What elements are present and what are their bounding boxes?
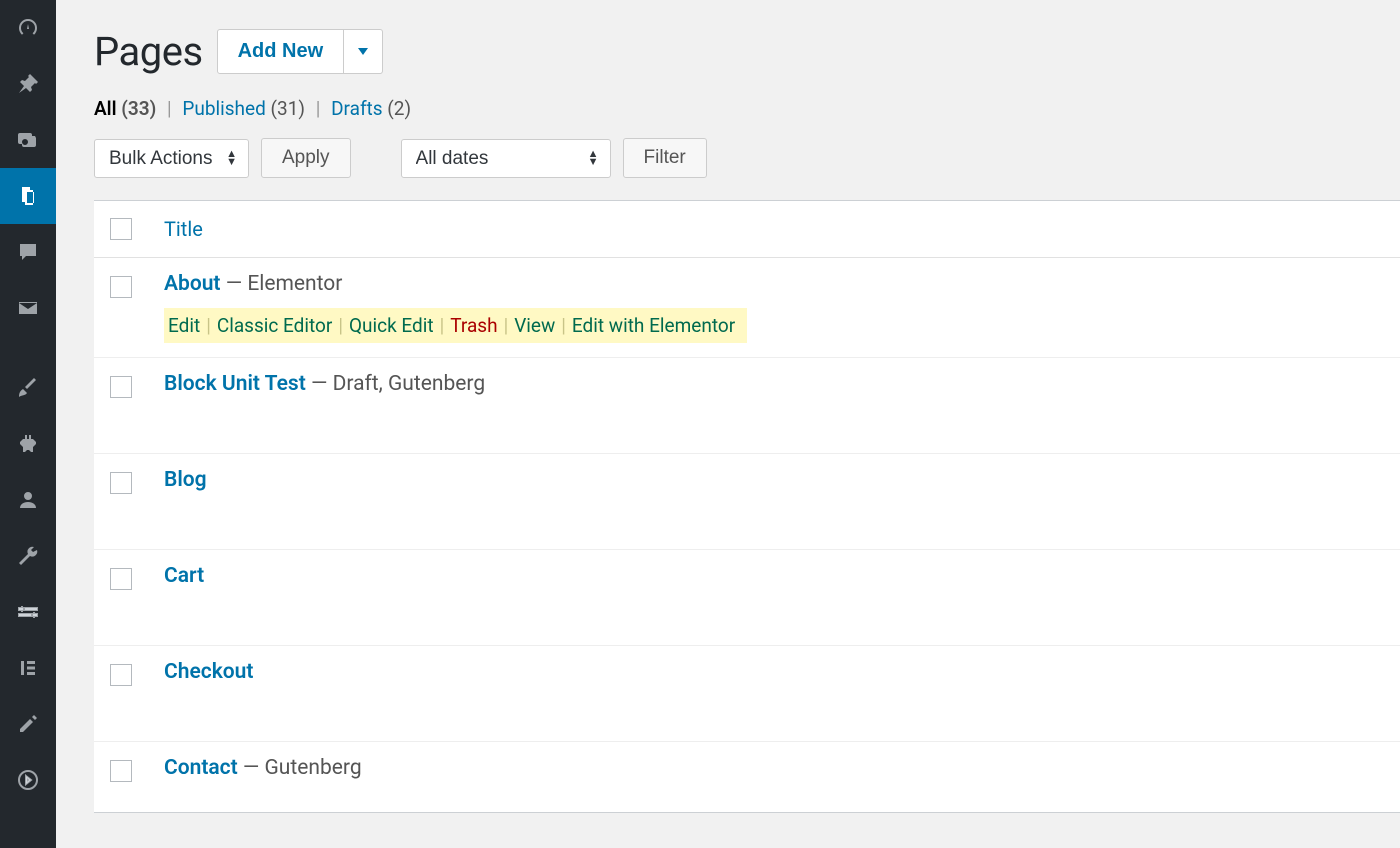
row-checkbox[interactable] (110, 376, 132, 398)
table-header: Title (94, 201, 1400, 258)
mail-icon (16, 296, 40, 320)
sidebar-item-mail[interactable] (0, 280, 56, 336)
sidebar-item-users[interactable] (0, 472, 56, 528)
chevron-down-icon (358, 48, 368, 55)
add-new-group: Add New (217, 29, 384, 74)
collapse-icon (16, 768, 40, 792)
admin-sidebar (0, 0, 56, 848)
pages-table: Title About — Elementor Edit|Classic Edi… (94, 200, 1400, 813)
page-title-link[interactable]: Cart (164, 564, 204, 588)
sidebar-item-edit[interactable] (0, 696, 56, 752)
filter-drafts[interactable]: Drafts (2) (331, 97, 411, 120)
page-title-link[interactable]: Checkout (164, 660, 253, 684)
page-header: Pages Add New (94, 28, 1400, 75)
page-title-link[interactable]: Contact (164, 756, 238, 780)
page-meta: — Gutenberg (238, 756, 362, 780)
status-filters: All (33) | Published (31) | Drafts (2) (94, 97, 1400, 120)
controls-row: Bulk Actions ▲▼ Apply All dates ▲▼ Filte… (94, 138, 1400, 178)
page-meta: — Elementor (221, 272, 343, 296)
elementor-icon (16, 656, 40, 680)
action-trash[interactable]: Trash (450, 314, 497, 337)
users-icon (16, 488, 40, 512)
row-title: Contact — Gutenberg (164, 756, 362, 780)
page-title-link[interactable]: Block Unit Test (164, 372, 306, 396)
pin-icon (16, 72, 40, 96)
sidebar-item-appearance[interactable] (0, 360, 56, 416)
table-row: Cart (94, 550, 1400, 646)
row-checkbox[interactable] (110, 760, 132, 782)
page-title-link[interactable]: About (164, 272, 221, 296)
sidebar-item-collapse[interactable] (0, 752, 56, 808)
row-title: Blog (164, 468, 207, 492)
table-row: Checkout (94, 646, 1400, 742)
sidebar-item-tools[interactable] (0, 528, 56, 584)
row-checkbox[interactable] (110, 276, 132, 298)
sidebar-item-pages[interactable] (0, 168, 56, 224)
page-meta: — Draft, Gutenberg (306, 372, 485, 396)
table-row: Contact — Gutenberg (94, 742, 1400, 812)
bulk-actions-select[interactable]: Bulk Actions (94, 139, 249, 178)
action-view[interactable]: View (514, 314, 555, 337)
row-title: Cart (164, 564, 204, 588)
sidebar-item-comments[interactable] (0, 224, 56, 280)
media-icon (16, 128, 40, 152)
column-header-title[interactable]: Title (164, 217, 203, 241)
table-row: Block Unit Test — Draft, Gutenberg (94, 358, 1400, 454)
filter-button[interactable]: Filter (623, 138, 707, 178)
sidebar-item-settings[interactable] (0, 584, 56, 640)
action-quick-edit[interactable]: Quick Edit (349, 314, 434, 337)
page-title-link[interactable]: Blog (164, 468, 207, 492)
action-edit-elementor[interactable]: Edit with Elementor (572, 314, 735, 337)
filter-published[interactable]: Published (31) (182, 97, 305, 120)
sidebar-item-posts[interactable] (0, 56, 56, 112)
dashboard-icon (16, 16, 40, 40)
plugins-icon (16, 432, 40, 456)
action-edit[interactable]: Edit (168, 314, 200, 337)
select-all-checkbox[interactable] (110, 218, 132, 240)
row-title: About — Elementor (164, 272, 747, 296)
row-title: Checkout (164, 660, 253, 684)
add-new-button[interactable]: Add New (217, 29, 345, 74)
sidebar-item-elementor[interactable] (0, 640, 56, 696)
settings-icon (16, 600, 40, 624)
page-title: Pages (94, 28, 203, 75)
sidebar-item-media[interactable] (0, 112, 56, 168)
pages-icon (16, 184, 40, 208)
table-row: Blog (94, 454, 1400, 550)
apply-button[interactable]: Apply (261, 138, 351, 178)
brush-icon (16, 376, 40, 400)
sidebar-item-plugins[interactable] (0, 416, 56, 472)
main-content: Pages Add New All (33) | Published (31) … (56, 0, 1400, 848)
action-classic-editor[interactable]: Classic Editor (217, 314, 332, 337)
add-new-dropdown-button[interactable] (344, 29, 383, 74)
comments-icon (16, 240, 40, 264)
sidebar-item-dashboard[interactable] (0, 0, 56, 56)
tools-icon (16, 544, 40, 568)
table-row: About — Elementor Edit|Classic Editor|Qu… (94, 258, 1400, 358)
edit-icon (16, 712, 40, 736)
row-actions: Edit|Classic Editor|Quick Edit|Trash|Vie… (164, 308, 747, 343)
row-checkbox[interactable] (110, 568, 132, 590)
row-title: Block Unit Test — Draft, Gutenberg (164, 372, 485, 396)
row-checkbox[interactable] (110, 472, 132, 494)
row-checkbox[interactable] (110, 664, 132, 686)
date-filter-select[interactable]: All dates (401, 139, 611, 178)
filter-all[interactable]: All (33) (94, 97, 156, 120)
